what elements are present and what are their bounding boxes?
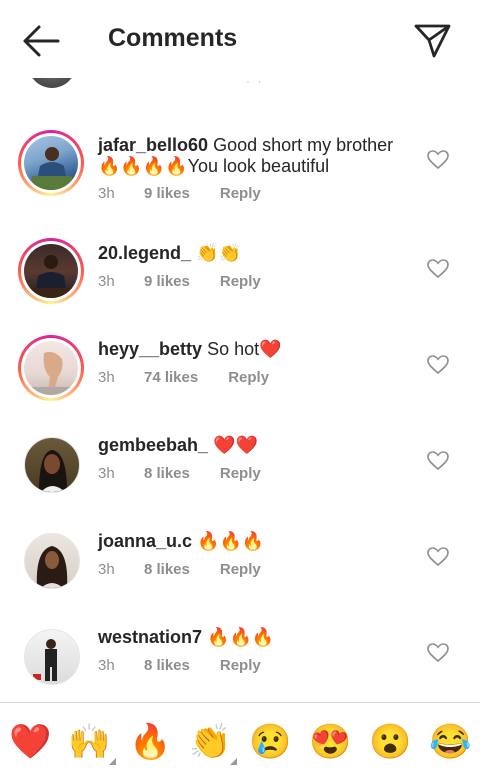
avatar[interactable] <box>24 629 80 685</box>
red-heart-emoji-button[interactable]: ❤️ <box>9 721 51 763</box>
timestamp: 3h <box>98 657 115 674</box>
raising-hands-emoji: 🙌 <box>68 723 111 761</box>
comment-body: ❤️❤️ <box>213 435 258 455</box>
comment-meta: 3h 74 likes Reply <box>98 369 269 386</box>
comment-meta: 3h 9 likes Reply <box>98 273 261 290</box>
likes-count[interactable]: 74 likes <box>144 369 198 386</box>
clapping-hands-emoji: 👏 <box>189 723 232 761</box>
avatar[interactable] <box>18 130 84 196</box>
timestamp: 3h <box>98 561 115 578</box>
timestamp: 3h <box>98 465 115 482</box>
direct-share-icon[interactable] <box>412 23 452 59</box>
avatar[interactable] <box>18 238 84 304</box>
like-heart-icon[interactable] <box>427 259 449 279</box>
tears-of-joy-emoji-button[interactable]: 😂 <box>429 721 471 763</box>
raising-hands-emoji-button[interactable]: 🙌 <box>68 721 116 765</box>
comment-text: westnation7 🔥🔥🔥 <box>98 627 416 648</box>
variant-indicator-icon <box>109 758 116 765</box>
timestamp: 3h <box>98 369 115 386</box>
likes-count[interactable]: 8 likes <box>144 657 190 674</box>
header: Comments <box>0 0 480 78</box>
like-heart-icon[interactable] <box>427 643 449 663</box>
comment-meta: 3h 8 likes Reply <box>98 657 261 674</box>
heart-eyes-emoji-button[interactable]: 😍 <box>309 721 351 763</box>
avatar[interactable] <box>24 533 80 589</box>
comment-body: 🔥🔥🔥 <box>207 627 275 647</box>
avatar[interactable] <box>24 437 80 493</box>
comment-text: jafar_bello60 Good short my brother 🔥🔥🔥🔥… <box>98 135 416 177</box>
avatar[interactable] <box>18 335 84 401</box>
comment-body: 🔥🔥🔥 <box>197 531 265 551</box>
likes-count[interactable]: 8 likes <box>144 465 190 482</box>
comment-text: 20.legend_ 👏👏 <box>98 243 416 264</box>
comment-meta: 3h 8 likes Reply <box>98 561 261 578</box>
like-heart-icon[interactable] <box>427 150 449 170</box>
reply-button[interactable]: Reply <box>220 273 261 290</box>
comment-body: So hot❤️ <box>207 339 282 359</box>
back-arrow-icon[interactable] <box>22 24 60 58</box>
username[interactable]: joanna_u.c <box>98 531 192 551</box>
variant-indicator-icon <box>230 758 237 765</box>
comment-body: 👏👏 <box>196 243 241 263</box>
comment-text: heyy__betty So hot❤️ <box>98 339 416 360</box>
clapping-hands-emoji-button[interactable]: 👏 <box>189 721 237 765</box>
reply-button[interactable]: Reply <box>220 657 261 674</box>
crying-face-emoji-button[interactable]: 😢 <box>249 721 291 763</box>
likes-count[interactable]: 9 likes <box>144 185 190 202</box>
username[interactable]: jafar_bello60 <box>98 135 208 155</box>
comment-meta: 3h 9 likes Reply <box>98 185 261 202</box>
comment-text: gembeebah_ ❤️❤️ <box>98 435 416 456</box>
comment-meta: 3h 8 likes Reply <box>98 465 261 482</box>
reply-button[interactable]: Reply <box>220 561 261 578</box>
username[interactable]: heyy__betty <box>98 339 202 359</box>
likes-count[interactable]: 8 likes <box>144 561 190 578</box>
fire-emoji-button[interactable]: 🔥 <box>129 721 171 763</box>
likes-count[interactable]: 9 likes <box>144 273 190 290</box>
surprised-face-emoji-button[interactable]: 😮 <box>369 721 411 763</box>
username[interactable]: westnation7 <box>98 627 202 647</box>
like-heart-icon[interactable] <box>427 451 449 471</box>
username[interactable]: gembeebah_ <box>98 435 208 455</box>
reply-button[interactable]: Reply <box>220 185 261 202</box>
timestamp: 3h <box>98 273 115 290</box>
comment-text: joanna_u.c 🔥🔥🔥 <box>98 531 416 552</box>
username[interactable]: 20.legend_ <box>98 243 191 263</box>
quick-reaction-bar: ❤️ 🙌 🔥 👏 😢 😍 😮 😂 <box>0 702 480 779</box>
page-title: Comments <box>108 24 238 52</box>
reply-button[interactable]: Reply <box>228 369 269 386</box>
like-heart-icon[interactable] <box>427 547 449 567</box>
reply-button[interactable]: Reply <box>220 465 261 482</box>
like-heart-icon[interactable] <box>427 355 449 375</box>
timestamp: 3h <box>98 185 115 202</box>
